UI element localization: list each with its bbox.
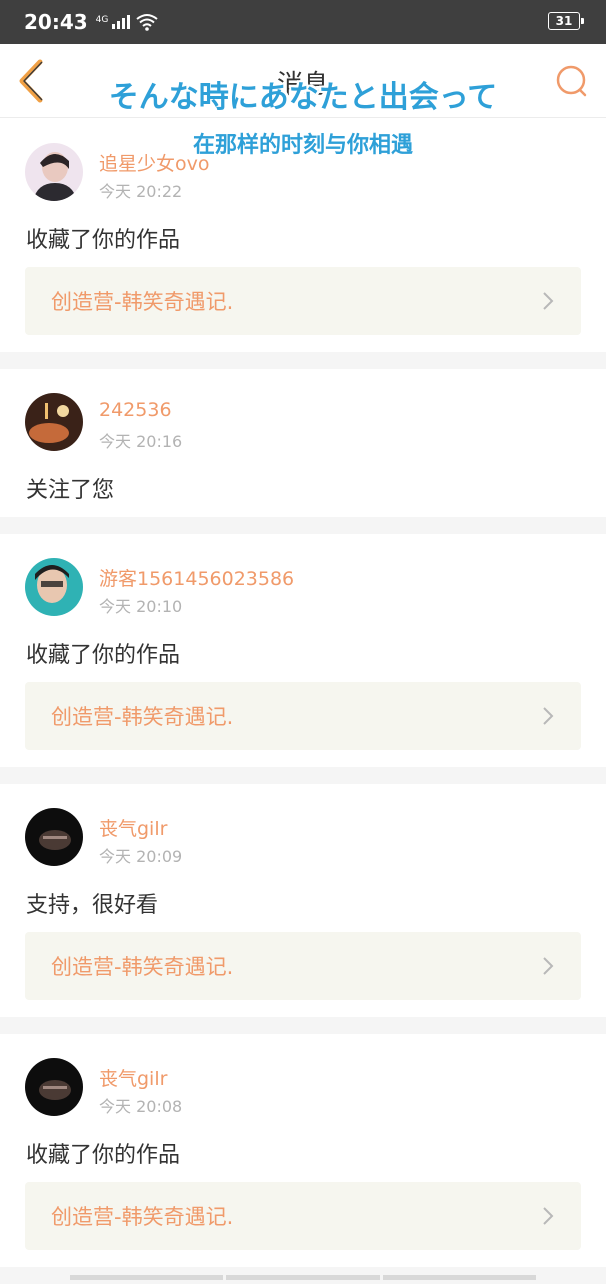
work-title: 创造营-韩笑奇遇记. bbox=[51, 286, 233, 316]
avatar[interactable] bbox=[25, 808, 83, 866]
overlay-subtitle-japanese: そんな時にあなたと出会って bbox=[0, 72, 606, 116]
username[interactable]: 丧气gilr bbox=[99, 1064, 167, 1091]
chevron-right-icon bbox=[541, 956, 555, 976]
message-content: 收藏了你的作品 bbox=[26, 1137, 180, 1169]
message-content: 关注了您 bbox=[26, 472, 114, 504]
signal-icon: 4G bbox=[96, 15, 131, 29]
avatar[interactable] bbox=[25, 558, 83, 616]
message-time: 今天 20:16 bbox=[99, 428, 182, 452]
message-item: 丧气gilr 今天 20:09 支持，很好看 创造营-韩笑奇遇记. bbox=[0, 784, 606, 1034]
chevron-right-icon bbox=[541, 291, 555, 311]
battery-icon: 31 bbox=[548, 12, 580, 30]
overlay-subtitle-chinese: 在那样的时刻与你相遇 bbox=[0, 127, 606, 159]
message-content: 支持，很好看 bbox=[26, 887, 158, 919]
chevron-right-icon bbox=[541, 706, 555, 726]
message-item: 242536 今天 20:16 关注了您 bbox=[0, 369, 606, 534]
wifi-icon bbox=[136, 13, 158, 31]
work-title: 创造营-韩笑奇遇记. bbox=[51, 1201, 233, 1231]
message-time: 今天 20:22 bbox=[99, 178, 182, 202]
work-title: 创造营-韩笑奇遇记. bbox=[51, 951, 233, 981]
message-item: 丧气gilr 今天 20:08 收藏了你的作品 创造营-韩笑奇遇记. bbox=[0, 1034, 606, 1284]
network-type: 4G bbox=[96, 15, 109, 25]
work-card[interactable]: 创造营-韩笑奇遇记. bbox=[25, 1182, 581, 1250]
username[interactable]: 丧气gilr bbox=[99, 814, 167, 841]
bottom-nav-hint bbox=[70, 1275, 536, 1280]
status-bar: 20:43 4G 31 bbox=[0, 0, 606, 44]
message-time: 今天 20:10 bbox=[99, 593, 182, 617]
message-content: 收藏了你的作品 bbox=[26, 637, 180, 669]
message-time: 今天 20:09 bbox=[99, 843, 182, 867]
message-item: 游客1561456023586 今天 20:10 收藏了你的作品 创造营-韩笑奇… bbox=[0, 534, 606, 784]
avatar[interactable] bbox=[25, 393, 83, 451]
message-content: 收藏了你的作品 bbox=[26, 222, 180, 254]
avatar[interactable] bbox=[25, 1058, 83, 1116]
message-time: 今天 20:08 bbox=[99, 1093, 182, 1117]
status-time: 20:43 bbox=[24, 10, 88, 34]
message-list: 追星少女ovo 今天 20:22 收藏了你的作品 创造营-韩笑奇遇记. 2425… bbox=[0, 119, 606, 1284]
battery-level: 31 bbox=[556, 14, 573, 28]
work-title: 创造营-韩笑奇遇记. bbox=[51, 701, 233, 731]
work-card[interactable]: 创造营-韩笑奇遇记. bbox=[25, 932, 581, 1000]
chevron-right-icon bbox=[541, 1206, 555, 1226]
work-card[interactable]: 创造营-韩笑奇遇记. bbox=[25, 267, 581, 335]
work-card[interactable]: 创造营-韩笑奇遇记. bbox=[25, 682, 581, 750]
username[interactable]: 242536 bbox=[99, 399, 172, 421]
username[interactable]: 游客1561456023586 bbox=[99, 564, 294, 591]
